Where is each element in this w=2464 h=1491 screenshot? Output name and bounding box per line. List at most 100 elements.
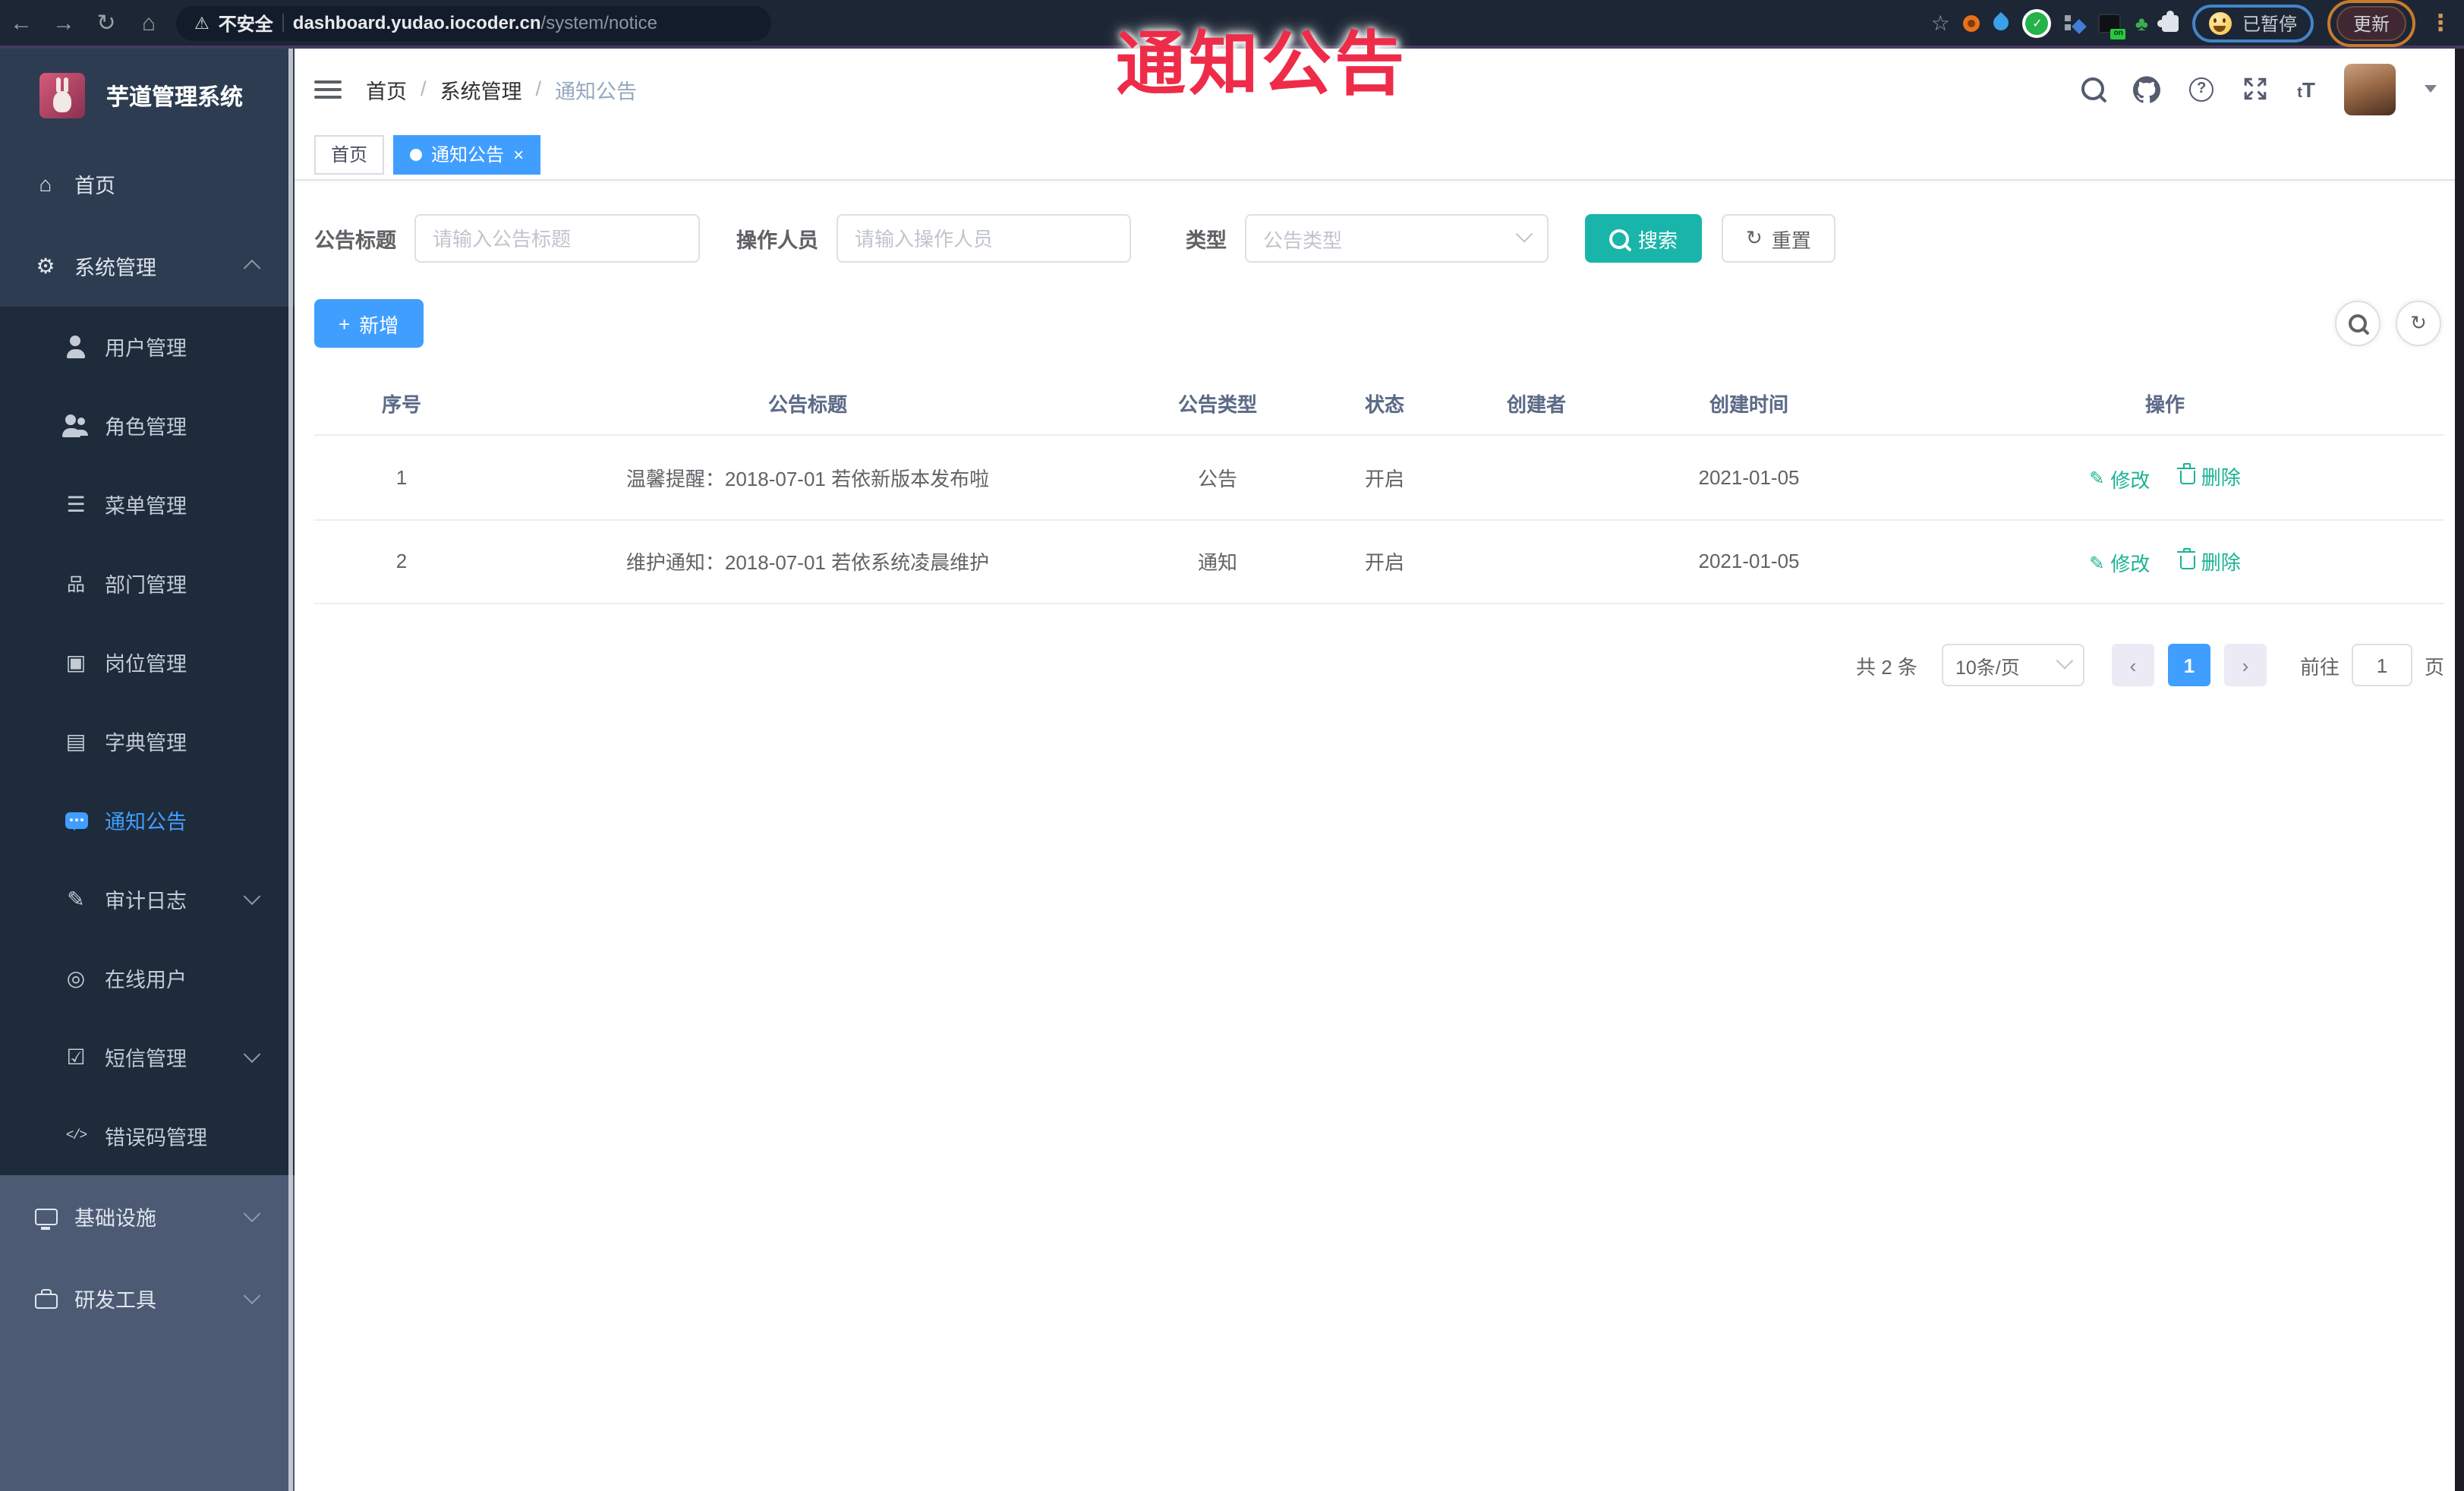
github-icon[interactable]: [2133, 75, 2161, 102]
edit-link[interactable]: ✎ 修改: [2089, 548, 2150, 577]
prev-page-button[interactable]: ‹: [2111, 644, 2154, 686]
user-icon: [64, 335, 88, 358]
breadcrumb: 首页 / 系统管理 / 通知公告: [366, 74, 637, 104]
breadcrumb-home[interactable]: 首页: [366, 74, 407, 104]
goto-label: 前往: [2299, 655, 2340, 678]
help-icon[interactable]: ?: [2189, 77, 2214, 101]
edit-link[interactable]: ✎ 修改: [2089, 464, 2150, 493]
col-index: 序号: [314, 372, 489, 436]
add-button[interactable]: + 新增: [314, 299, 424, 348]
sidebar-item-home[interactable]: ⌂ 首页: [0, 143, 295, 225]
tab-home[interactable]: 首页: [314, 134, 385, 174]
page-title-overlay: 通知公告: [1116, 24, 1407, 103]
plus-icon: +: [339, 312, 351, 335]
show-search-toggle-button[interactable]: [2335, 301, 2381, 346]
error-code-icon: </>: [65, 1128, 87, 1143]
infrastructure-icon: [34, 1208, 57, 1229]
sidebar-item-dept-management[interactable]: 品 部门管理: [0, 544, 295, 623]
sidebar-item-system-management[interactable]: ⚙ 系统管理: [0, 225, 295, 307]
extension-v-icon[interactable]: ✓: [2022, 8, 2052, 37]
tab-notice-announcement[interactable]: 通知公告 ×: [393, 134, 541, 174]
title-filter-input[interactable]: [414, 214, 700, 263]
pencil-icon: ✎: [2089, 552, 2105, 573]
sidebar-item-sms-management[interactable]: ☑ 短信管理: [0, 1017, 295, 1096]
active-tab-dot: [410, 148, 423, 160]
next-page-button[interactable]: ›: [2223, 644, 2267, 686]
goto-page-input[interactable]: [2351, 644, 2412, 686]
page-size-select[interactable]: 10条/页: [1941, 644, 2084, 686]
refresh-table-button[interactable]: ↻: [2396, 301, 2441, 346]
extension-grid-diamond-icon[interactable]: [2065, 13, 2085, 33]
search-icon[interactable]: [2081, 77, 2105, 100]
system-submenu: 用户管理 角色管理 ☰ 菜单管理 品 部门管理 ▣ 岗位管理 ▤ 字典管理 通知…: [0, 307, 295, 1175]
url-text[interactable]: dashboard.yudao.iocoder.cn/system/notice: [293, 9, 657, 36]
title-filter-label: 公告标题: [314, 229, 396, 252]
dev-tools-icon: [34, 1289, 57, 1309]
warning-icon: ⚠: [194, 14, 210, 33]
home-icon[interactable]: ⌂: [128, 10, 170, 36]
search-button[interactable]: 搜索: [1585, 214, 1703, 263]
post-badge-icon: ▣: [65, 649, 87, 673]
online-users-icon: ◎: [66, 965, 86, 989]
trash-icon: [2177, 463, 2196, 484]
dict-book-icon: ▤: [65, 728, 87, 752]
sidebar-item-audit-log[interactable]: ✎ 审计日志: [0, 859, 295, 938]
type-filter-select[interactable]: 公告类型: [1245, 214, 1549, 263]
menu-list-icon: ☰: [66, 491, 86, 515]
extensions-puzzle-icon[interactable]: [2157, 10, 2179, 31]
chevron-down-icon: [2056, 652, 2074, 670]
bookmark-star-icon[interactable]: ☆: [1931, 10, 1950, 36]
extension-wheel-icon[interactable]: [1963, 14, 1980, 31]
delete-link[interactable]: 删除: [2177, 462, 2241, 490]
reset-button[interactable]: ↻ 重置: [1722, 214, 1835, 263]
table-toolbar: + 新增 ↻: [314, 299, 2444, 348]
sidebar-item-online-users[interactable]: ◎ 在线用户: [0, 938, 295, 1017]
refresh-icon: ↻: [2410, 311, 2427, 334]
page-content: 公告标题 操作人员 类型 公告类型 搜索 ↻ 重置: [295, 181, 2464, 686]
sidebar-item-error-code-management[interactable]: </> 错误码管理: [0, 1096, 295, 1175]
font-size-icon[interactable]: tT: [2297, 77, 2315, 101]
sidebar-scrollbar[interactable]: [288, 49, 293, 1491]
notice-bubble-icon: [65, 812, 87, 830]
breadcrumb-system[interactable]: 系统管理: [440, 74, 522, 104]
col-actions: 操作: [1886, 372, 2444, 436]
close-tab-icon[interactable]: ×: [513, 145, 524, 163]
profile-avatar-emoji[interactable]: [2208, 11, 2232, 34]
sidebar-item-dev-tools[interactable]: 研发工具: [0, 1257, 295, 1339]
page-1-button[interactable]: 1: [2167, 644, 2210, 686]
chevron-down-icon: [243, 1287, 261, 1305]
update-button[interactable]: 更新: [2336, 5, 2406, 40]
delete-link[interactable]: 删除: [2177, 546, 2241, 575]
sidebar-item-dict-management[interactable]: ▤ 字典管理: [0, 701, 295, 780]
pencil-icon: ✎: [2089, 468, 2105, 489]
total-count-label: 共 2 条: [1856, 655, 1917, 678]
browser-actions: ☆ ✓ ♣ 已暂停 更新 ⋮: [1931, 0, 2452, 46]
extension-terminal-icon[interactable]: [2098, 13, 2126, 39]
table-row: 1 温馨提醒：2018-07-01 若依新版本发布啦 公告 开启 2021-01…: [314, 435, 2444, 520]
sidebar-item-post-management[interactable]: ▣ 岗位管理: [0, 623, 295, 701]
fullscreen-icon[interactable]: [2242, 76, 2268, 102]
forward-icon[interactable]: →: [43, 10, 85, 36]
address-bar[interactable]: ⚠ 不安全 dashboard.yudao.iocoder.cn/system/…: [176, 5, 771, 40]
browser-menu-dots-icon[interactable]: ⋮: [2429, 9, 2452, 36]
user-avatar[interactable]: [2344, 63, 2396, 115]
reload-icon[interactable]: ↻: [85, 9, 128, 36]
sync-paused-label[interactable]: 已暂停: [2242, 10, 2297, 36]
col-status: 状态: [1309, 372, 1460, 436]
sidebar-item-infrastructure[interactable]: 基础设施: [0, 1175, 295, 1257]
app-logo-row[interactable]: 芋道管理系统: [0, 49, 295, 143]
chevron-down-icon: [243, 887, 261, 906]
chevron-up-icon: [243, 259, 261, 277]
caret-down-icon[interactable]: [2425, 85, 2437, 93]
tags-view-bar: 首页 通知公告 ×: [295, 129, 2464, 181]
hamburger-icon[interactable]: [314, 80, 342, 98]
extension-sprout-icon[interactable]: ♣: [2135, 11, 2148, 34]
sidebar-item-menu-management[interactable]: ☰ 菜单管理: [0, 465, 295, 544]
operator-filter-input[interactable]: [837, 214, 1131, 263]
sidebar-item-role-management[interactable]: 角色管理: [0, 386, 295, 465]
security-label[interactable]: 不安全: [219, 10, 273, 36]
sidebar-item-notice-announcement[interactable]: 通知公告: [0, 780, 295, 859]
back-icon[interactable]: ←: [0, 10, 43, 36]
sidebar-item-user-management[interactable]: 用户管理: [0, 307, 295, 386]
extension-drop-icon[interactable]: [1990, 11, 2013, 34]
